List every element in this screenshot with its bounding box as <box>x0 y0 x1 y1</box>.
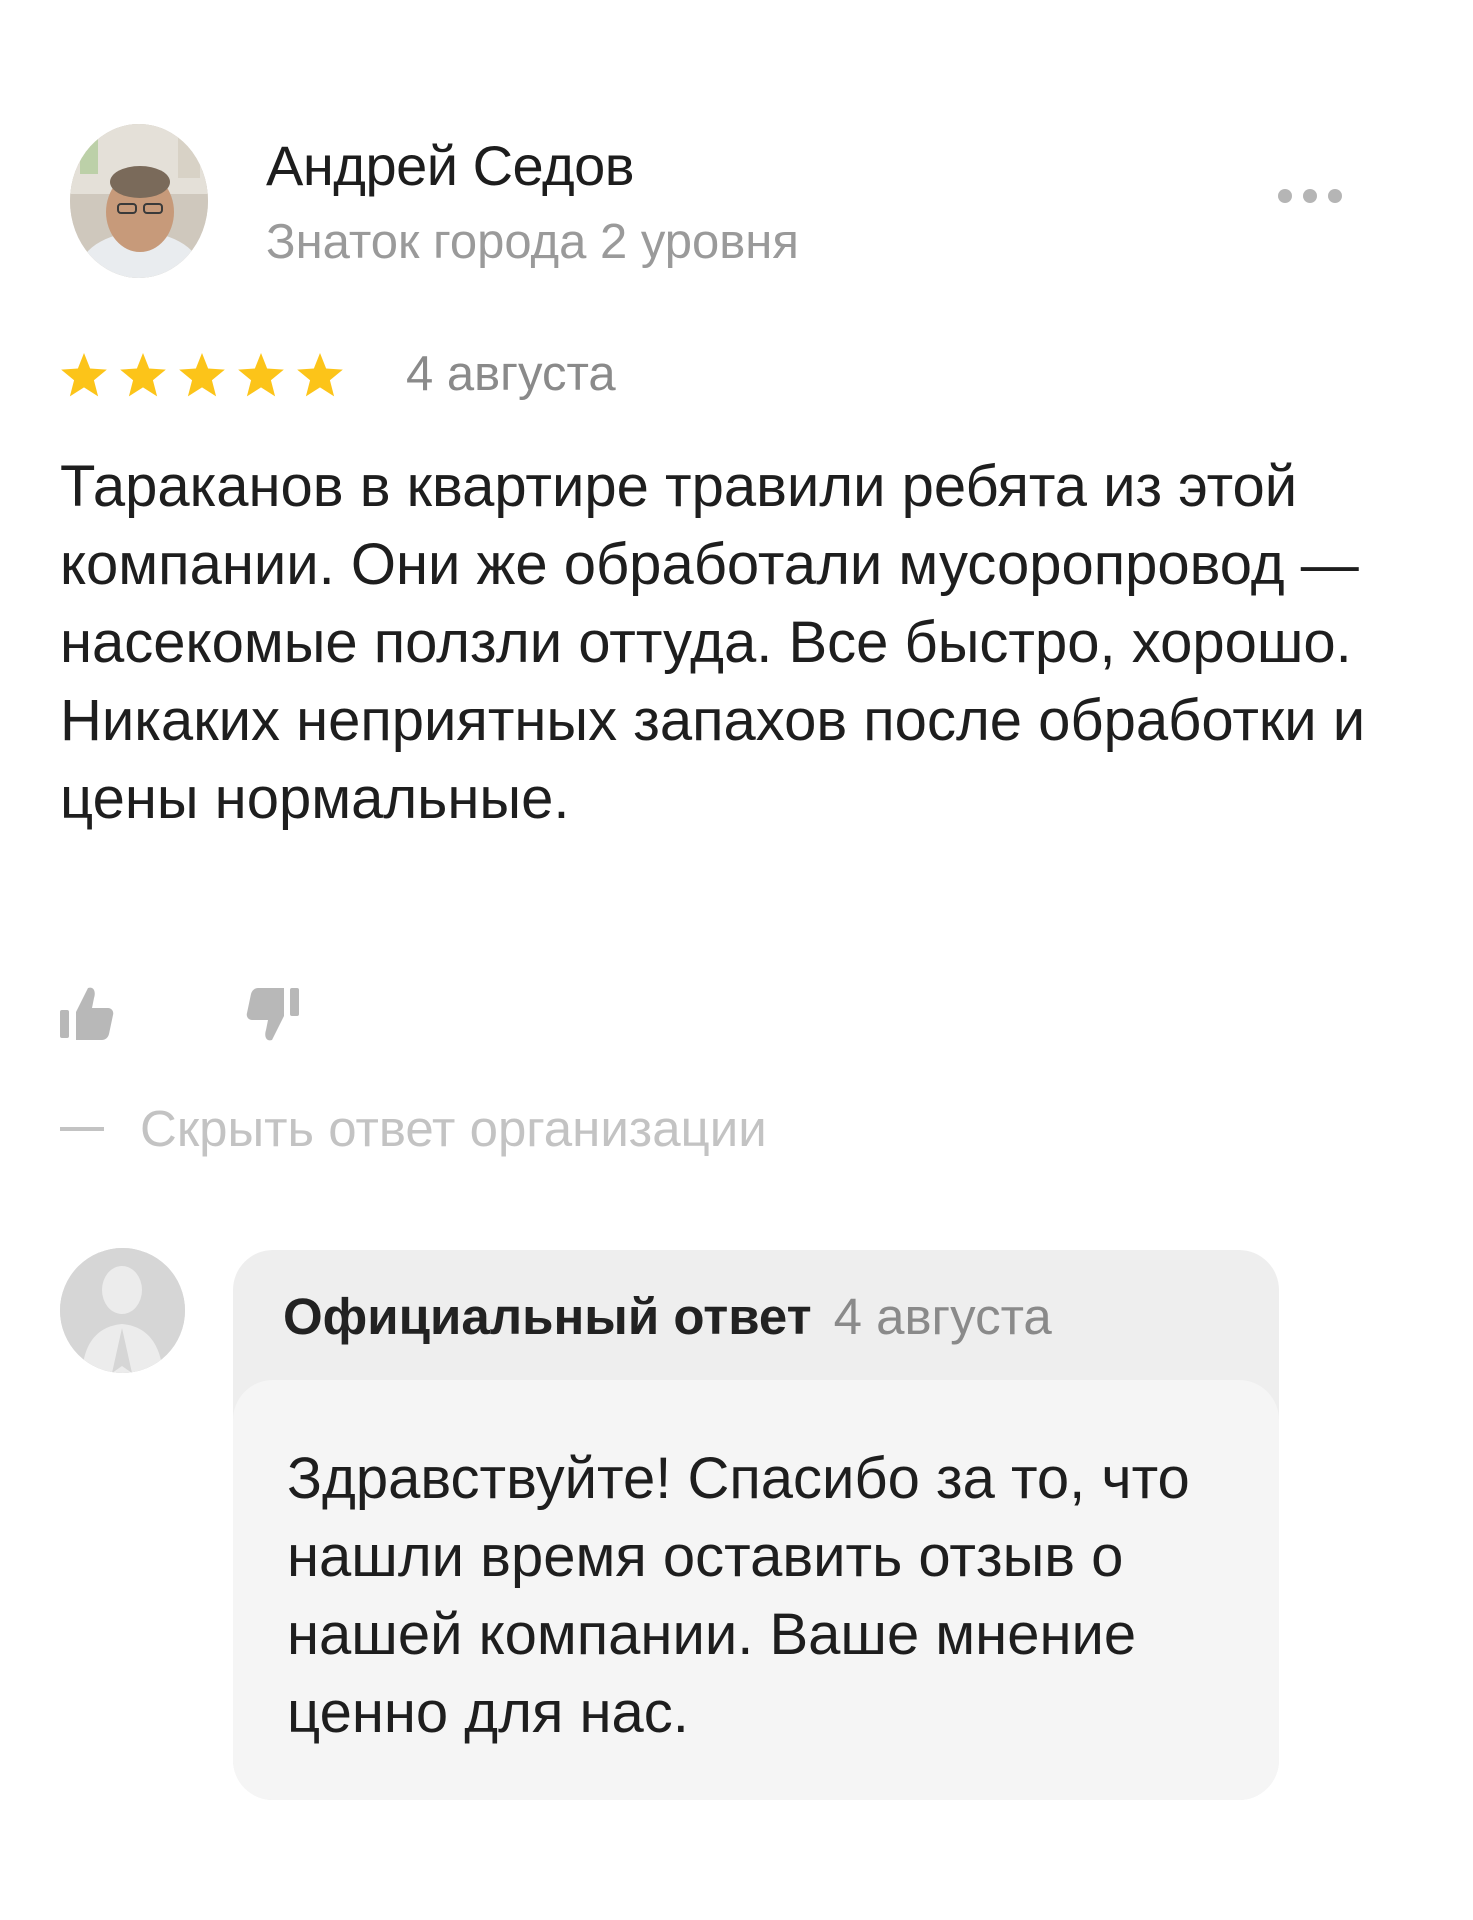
official-reply-body: Здравствуйте! Спасибо за то, что нашли в… <box>233 1380 1279 1800</box>
more-dots-icon <box>1278 189 1292 203</box>
author-name[interactable]: Андрей Седов <box>266 132 635 200</box>
hide-reply-toggle[interactable]: Скрыть ответ организации <box>60 1098 767 1160</box>
thumbs-up-icon <box>60 987 114 1040</box>
dash-icon <box>60 1126 104 1131</box>
review-text: Тараканов в квартире травили ребята из э… <box>60 454 1366 831</box>
official-reply-date: 4 августа <box>833 1288 1052 1345</box>
author-photo <box>70 124 208 278</box>
rating-stars <box>60 351 360 399</box>
author-avatar[interactable] <box>70 124 208 278</box>
star-icon <box>120 353 166 397</box>
star-icon <box>179 353 225 397</box>
author-level: Знаток города 2 уровня <box>266 215 799 269</box>
thumbs-down-icon <box>246 988 299 1041</box>
official-reply-card: Официальный ответ 4 августа Здравствуйте!… <box>233 1250 1279 1800</box>
dislike-button[interactable] <box>240 984 304 1044</box>
review-date: 4 августа <box>406 347 616 401</box>
more-options-button[interactable] <box>1278 180 1358 210</box>
star-icon <box>238 353 284 397</box>
star-icon <box>297 353 343 397</box>
like-button[interactable] <box>58 984 122 1044</box>
default-user-icon <box>60 1248 185 1373</box>
star-icon <box>61 353 107 397</box>
official-reply-text: Здравствуйте! Спасибо за то, что нашли в… <box>287 1446 1190 1745</box>
official-reply-header: Официальный ответ 4 августа <box>283 1286 1052 1348</box>
official-reply-label: Официальный ответ <box>283 1288 812 1345</box>
hide-reply-label: Скрыть ответ организации <box>140 1100 767 1157</box>
organization-avatar[interactable] <box>60 1248 185 1373</box>
